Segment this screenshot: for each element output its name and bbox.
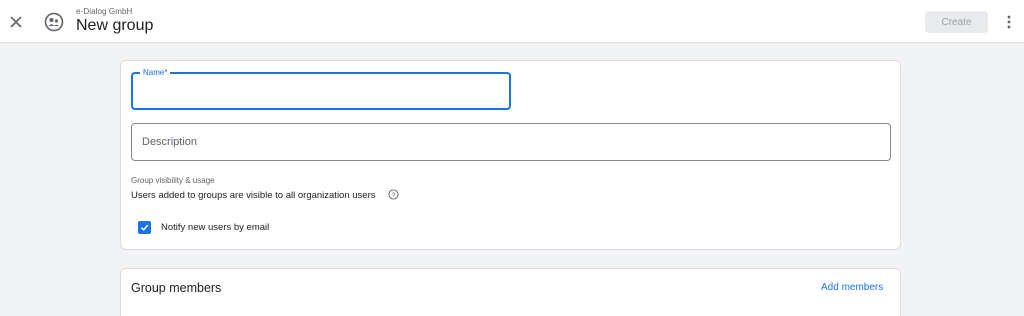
description-input[interactable] <box>132 124 890 160</box>
page-title: New group <box>76 17 154 34</box>
group-icon <box>44 12 64 32</box>
group-members-title: Group members <box>131 281 222 295</box>
group-details-card: Name* Group visibility & usage Users add… <box>120 60 901 250</box>
name-field[interactable]: Name* <box>131 68 511 110</box>
help-icon[interactable]: ? <box>388 189 399 200</box>
description-field[interactable] <box>131 123 891 161</box>
organization-name: e-Dialog GmbH <box>76 7 133 16</box>
visibility-heading: Group visibility & usage <box>131 176 215 185</box>
more-options-button[interactable] <box>1000 11 1018 33</box>
close-icon <box>10 16 22 28</box>
more-vert-icon <box>1007 15 1011 29</box>
notify-label: Notify new users by email <box>161 222 270 233</box>
check-icon <box>140 224 149 231</box>
add-members-button[interactable]: Add members <box>821 282 883 293</box>
name-input[interactable] <box>133 74 509 108</box>
visibility-text: Users added to groups are visible to all… <box>131 190 376 201</box>
svg-text:?: ? <box>392 192 396 199</box>
group-members-card: Group members Add members <box>120 268 901 316</box>
notify-checkbox[interactable] <box>138 221 151 234</box>
close-button[interactable] <box>5 11 27 33</box>
create-button[interactable]: Create <box>925 11 988 33</box>
top-app-bar: e-Dialog GmbH New group Create <box>0 0 1024 43</box>
